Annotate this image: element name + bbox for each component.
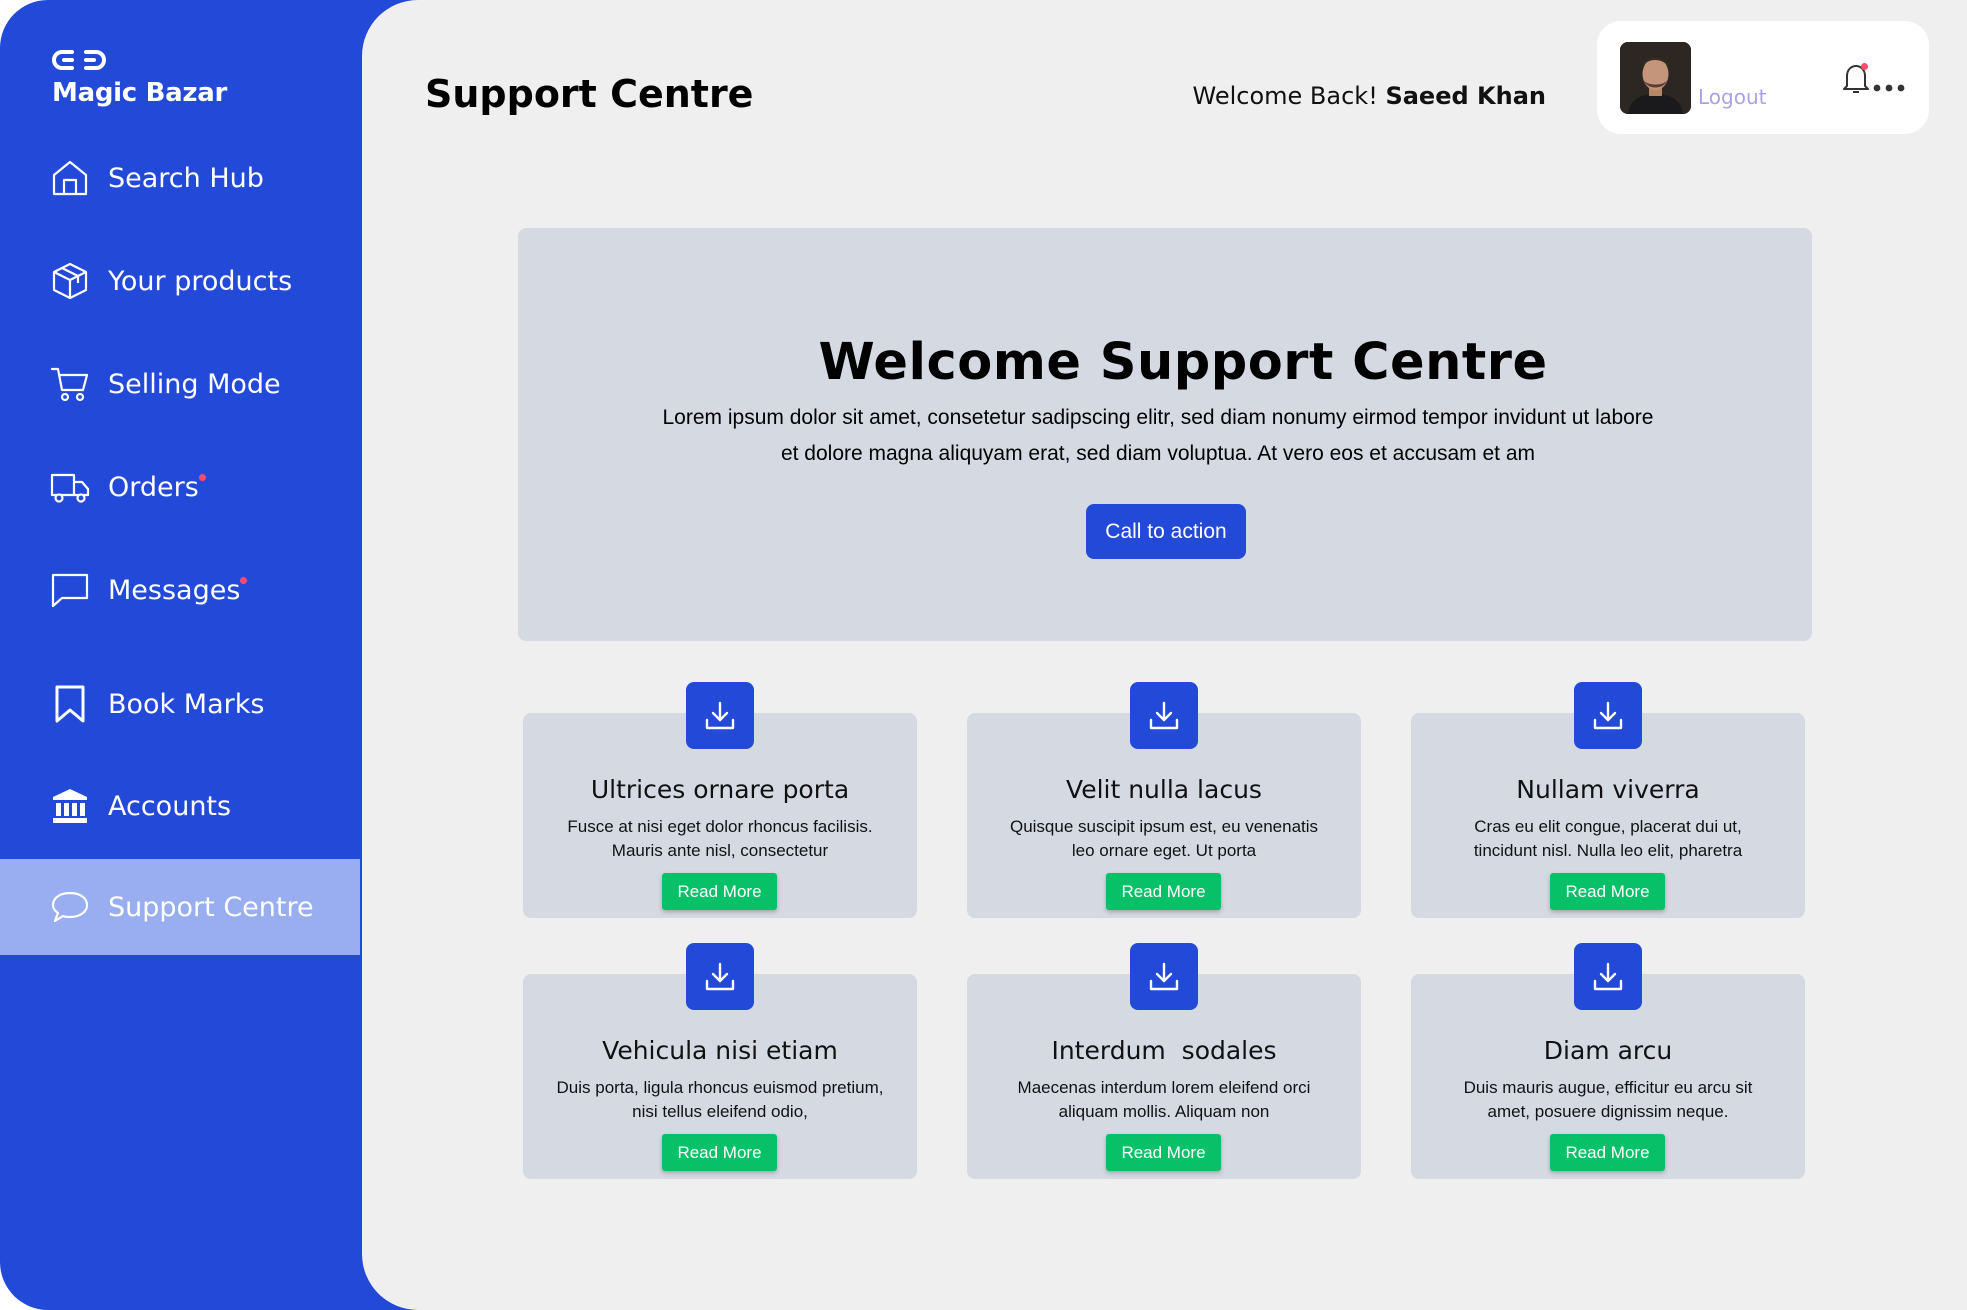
card-text: Maecenas interdum lorem eleifend orci al… <box>1017 1078 1311 1121</box>
welcome-message: Welcome Back! Saeed Khan <box>1193 82 1546 110</box>
sidebar-item-accounts[interactable]: Accounts <box>0 758 360 854</box>
page-title: Support Centre <box>425 72 754 116</box>
card-title: Diam arcu <box>1543 1036 1673 1065</box>
welcome-prefix: Welcome Back! <box>1192 82 1378 110</box>
sidebar-item-label: Support Centre <box>108 891 314 923</box>
sidebar-item-your-products[interactable]: Your products <box>0 233 360 329</box>
download-icon <box>705 962 735 990</box>
chat-icon <box>50 887 90 927</box>
support-card: Ultrices ornare porta Fusce at nisi eget… <box>523 682 917 932</box>
message-icon <box>50 570 90 610</box>
hero-title: Welcome Support Centre <box>818 333 1548 392</box>
sidebar-item-label: Messages <box>108 574 248 606</box>
avatar-portrait <box>1620 42 1691 114</box>
user-card: Logout <box>1597 21 1929 134</box>
card-title: Nullam viverra <box>1516 775 1700 804</box>
read-more-button[interactable]: Read More <box>1550 1134 1665 1171</box>
read-more-button[interactable]: Read More <box>662 1134 777 1171</box>
notification-dot <box>198 473 206 481</box>
support-card: Nullam viverra Cras eu elit congue, plac… <box>1411 682 1805 932</box>
download-button[interactable] <box>686 682 754 749</box>
card-text: Cras eu elit congue, placerat dui ut, ti… <box>1473 817 1743 860</box>
notification-dot <box>240 576 248 584</box>
read-more-button[interactable]: Read More <box>662 873 777 910</box>
download-button[interactable] <box>1130 943 1198 1010</box>
card-title: Ultrices ornare porta <box>590 775 850 804</box>
app-window: Magic Bazar Search Hub Your products Sel… <box>0 0 1967 1310</box>
sidebar-item-orders[interactable]: Orders <box>0 439 360 535</box>
download-button[interactable] <box>686 943 754 1010</box>
main-content: Support Centre Welcome Back! Saeed Khan … <box>362 0 1967 1310</box>
read-more-button[interactable]: Read More <box>1550 873 1665 910</box>
support-card: Diam arcu Duis mauris augue, efficitur e… <box>1411 943 1805 1193</box>
download-icon <box>1593 962 1623 990</box>
support-card: Velit nulla lacus Quisque suscipit ipsum… <box>967 682 1361 932</box>
sidebar-item-messages[interactable]: Messages <box>0 542 360 638</box>
messages-label-text: Messages <box>108 574 241 606</box>
brand-logo[interactable]: Magic Bazar <box>52 46 227 108</box>
more-options-icon[interactable] <box>1872 81 1906 95</box>
notification-dot <box>1861 63 1868 70</box>
user-name: Saeed Khan <box>1385 82 1546 110</box>
cart-icon <box>50 364 90 404</box>
orders-label-text: Orders <box>108 471 199 503</box>
card-text: Fusce at nisi eget dolor rhoncus facilis… <box>567 817 873 860</box>
bookmark-icon <box>50 684 90 724</box>
hero-banner: Welcome Support Centre Lorem ipsum dolor… <box>518 228 1812 641</box>
truck-icon <box>50 467 90 507</box>
download-button[interactable] <box>1574 943 1642 1010</box>
read-more-button[interactable]: Read More <box>1106 873 1221 910</box>
sidebar: Magic Bazar Search Hub Your products Sel… <box>0 0 362 1310</box>
link-logo-icon <box>52 50 106 70</box>
sidebar-item-label: Selling Mode <box>108 368 281 400</box>
hero-text: Lorem ipsum dolor sit amet, consetetur s… <box>662 406 1654 465</box>
card-text: Duis porta, ligula rhoncus euismod preti… <box>556 1078 884 1121</box>
support-card: Interdum sodales Maecenas interdum lorem… <box>967 943 1361 1193</box>
card-text: Quisque suscipit ipsum est, eu venenatis… <box>1009 817 1319 860</box>
sidebar-item-support-centre[interactable]: Support Centre <box>0 859 360 955</box>
download-button[interactable] <box>1574 682 1642 749</box>
sidebar-item-label: Accounts <box>108 790 232 822</box>
call-to-action-button[interactable]: Call to action <box>1086 504 1246 559</box>
card-text: Duis mauris augue, efficitur eu arcu sit… <box>1463 1078 1753 1121</box>
card-title: Velit nulla lacus <box>1066 775 1262 804</box>
support-card: Vehicula nisi etiam Duis porta, ligula r… <box>523 943 917 1193</box>
brand-name: Magic Bazar <box>52 78 227 108</box>
sidebar-item-label: Orders <box>108 471 206 503</box>
sidebar-item-selling-mode[interactable]: Selling Mode <box>0 336 360 432</box>
sidebar-item-label: Your products <box>108 265 293 297</box>
download-icon <box>1149 962 1179 990</box>
home-icon <box>50 158 90 198</box>
card-title: Interdum sodales <box>1051 1036 1277 1065</box>
logout-link[interactable]: Logout <box>1698 85 1766 109</box>
bank-icon <box>50 786 90 826</box>
sidebar-item-label: Book Marks <box>108 688 265 720</box>
sidebar-item-search-hub[interactable]: Search Hub <box>0 130 360 226</box>
card-title: Vehicula nisi etiam <box>602 1036 838 1065</box>
download-icon <box>1149 701 1179 729</box>
read-more-button[interactable]: Read More <box>1106 1134 1221 1171</box>
avatar[interactable] <box>1620 42 1691 114</box>
download-icon <box>705 701 735 729</box>
sidebar-item-book-marks[interactable]: Book Marks <box>0 656 360 752</box>
sidebar-item-label: Search Hub <box>108 162 264 194</box>
download-button[interactable] <box>1130 682 1198 749</box>
box-icon <box>50 261 90 301</box>
download-icon <box>1593 701 1623 729</box>
